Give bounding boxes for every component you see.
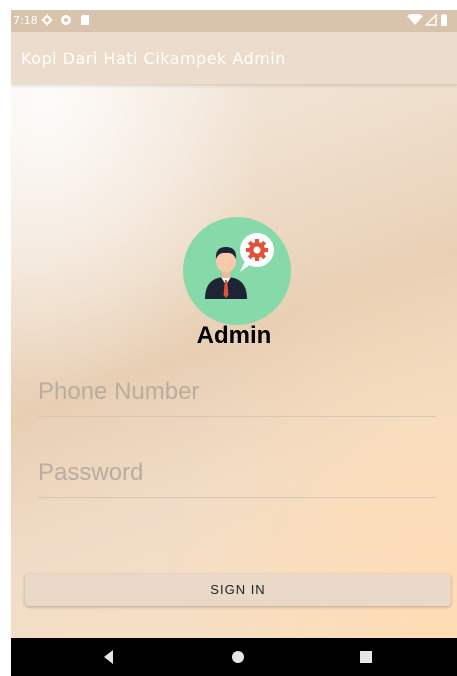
password-input[interactable] [38, 449, 436, 497]
settings-icon [41, 14, 53, 26]
recents-icon[interactable] [355, 647, 377, 667]
app-title: Kopi Dari Hati Cikampek Admin [21, 49, 286, 68]
phone-number-field[interactable] [38, 368, 436, 417]
app-bar: Kopi Dari Hati Cikampek Admin [11, 32, 457, 84]
admin-avatar-icon [183, 217, 291, 325]
device-frame: 7:18 Kopi Dari Hati Cikampek Admin Admin… [11, 10, 457, 676]
wifi-icon [407, 14, 423, 25]
sd-card-icon [81, 15, 89, 25]
sign-in-button[interactable]: SIGN IN [25, 574, 451, 606]
phone-number-input[interactable] [38, 368, 436, 416]
battery-icon [441, 14, 447, 26]
login-screen: 7:18 Kopi Dari Hati Cikampek Admin Admin… [11, 10, 457, 638]
signal-icon [425, 14, 437, 26]
back-icon[interactable] [98, 647, 120, 667]
navigation-bar [11, 638, 457, 676]
admin-heading: Admin [196, 322, 272, 349]
status-bar: 7:18 [11, 10, 457, 32]
password-field[interactable] [38, 449, 436, 498]
shield-icon [61, 15, 71, 25]
status-time: 7:18 [13, 14, 38, 27]
home-icon[interactable] [227, 647, 249, 667]
